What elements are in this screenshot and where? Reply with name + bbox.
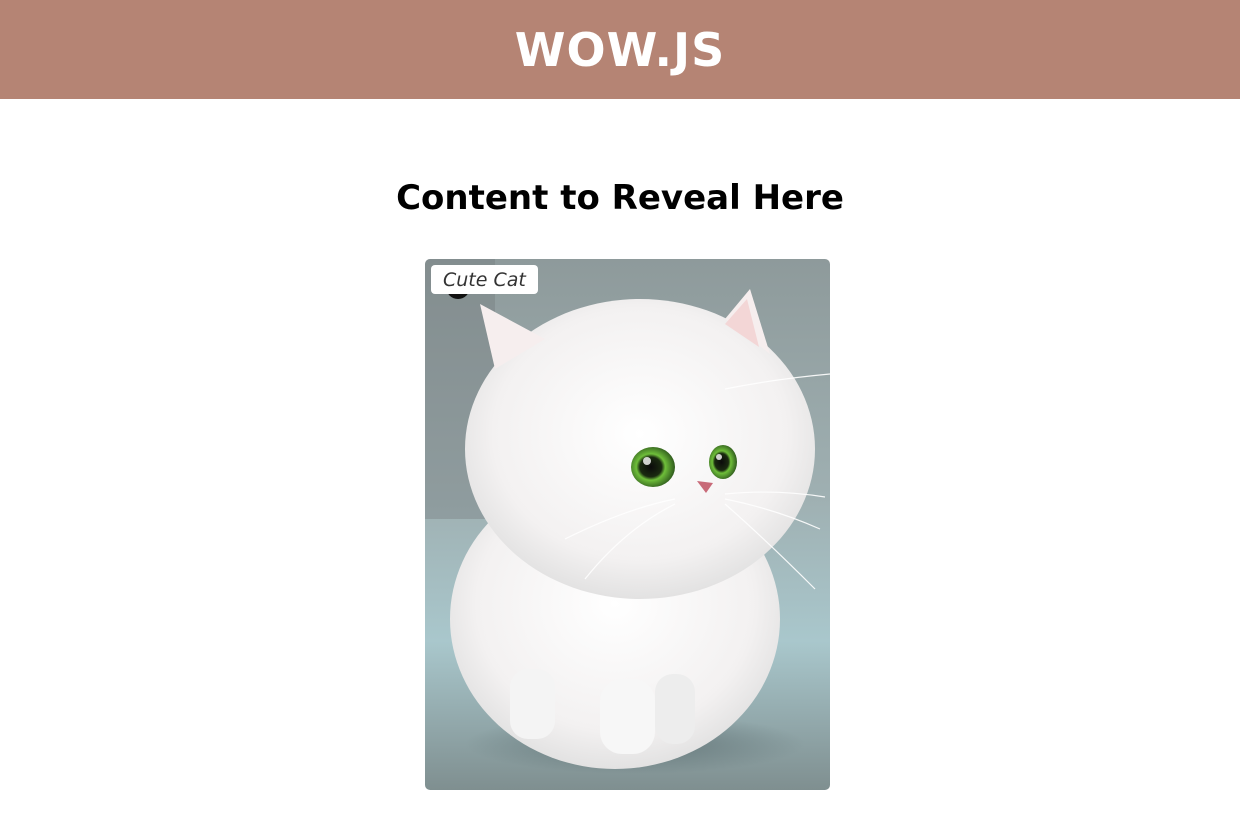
image-caption: Cute Cat: [431, 265, 538, 294]
cat-image-card: [425, 259, 830, 790]
site-title: WOW.JS: [514, 22, 726, 77]
site-header: WOW.JS: [0, 0, 1240, 99]
cat-image: [425, 259, 830, 790]
reveal-heading: Content to Reveal Here: [396, 178, 844, 218]
